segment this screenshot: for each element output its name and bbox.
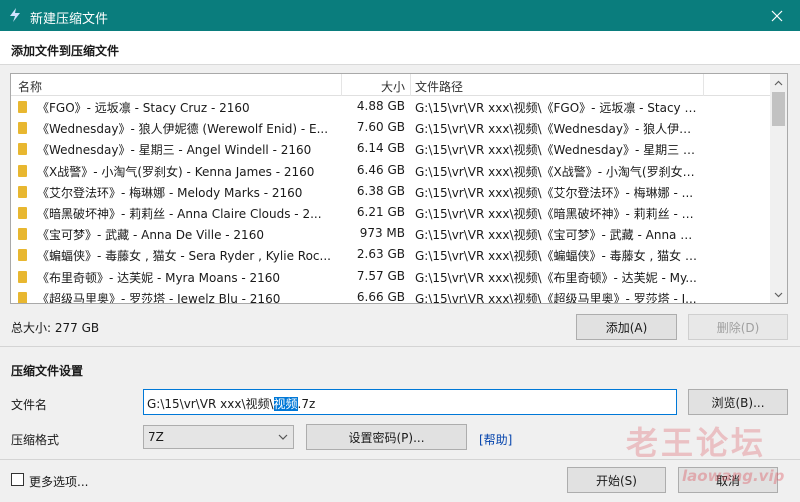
add-files-header: 添加文件到压缩文件 xyxy=(0,31,800,65)
item-path: G:\15\vr\VR xxx\视频\《Wednesday》- 狼人伊妮... xyxy=(415,122,699,137)
item-path: G:\15\vr\VR xxx\视频\《艾尔登法环》- 梅琳娜 - ... xyxy=(415,185,694,200)
list-header: 名称 大小 文件路径 xyxy=(11,74,771,96)
item-name: 《Wednesday》- 星期三 - Angel Windell - 2160 xyxy=(37,143,312,158)
chevron-up-icon xyxy=(774,80,783,85)
delete-button[interactable]: 删除(D) xyxy=(688,314,788,340)
item-size: 6.21 GB xyxy=(356,204,405,219)
add-button[interactable]: 添加(A) xyxy=(576,314,677,340)
folder-icon xyxy=(18,228,27,241)
column-separator xyxy=(703,74,704,96)
watermark-text: 老王论坛 xyxy=(626,424,767,462)
more-options-label[interactable]: 更多选项... xyxy=(29,473,88,490)
item-size: 4.88 GB xyxy=(356,99,405,113)
item-name: 《布里奇顿》- 达芙妮 - Myra Moans - 2160 xyxy=(37,270,281,285)
item-path: G:\15\vr\VR xxx\视频\《暗黑破坏神》- 莉莉丝 - A... xyxy=(415,206,699,221)
item-path: G:\15\vr\VR xxx\视频\《Wednesday》- 星期三 - ..… xyxy=(415,143,699,158)
list-item[interactable]: 《艾尔登法环》- 梅琳娜 - Melody Marks - 2160 6.38 G… xyxy=(11,181,771,202)
folder-icon xyxy=(18,122,27,135)
list-item[interactable]: 《布里奇顿》- 达芙妮 - Myra Moans - 2160 7.57 GB G:… xyxy=(11,266,771,287)
set-password-button[interactable]: 设置密码(P)... xyxy=(306,424,467,450)
list-item[interactable]: 《Wednesday》- 狼人伊妮德 (Werewolf Enid) - E..… xyxy=(11,117,771,138)
close-button[interactable] xyxy=(754,0,800,31)
folder-icon xyxy=(18,270,27,283)
list-item[interactable]: 《宝可梦》- 武藏 - Anna De Ville - 2160 973 MB G:… xyxy=(11,223,771,244)
column-separator xyxy=(341,74,342,96)
scroll-up-button[interactable] xyxy=(770,74,787,91)
item-path: G:\15\vr\VR xxx\视频\《FGO》- 远坂凛 - Stacy C.… xyxy=(415,101,699,115)
item-size: 7.60 GB xyxy=(356,120,405,135)
item-path: G:\15\vr\VR xxx\视频\《超级马里奥》- 罗莎塔 - J... xyxy=(415,291,697,304)
chevron-down-icon xyxy=(774,292,783,297)
settings-header: 压缩文件设置 xyxy=(11,364,84,378)
item-path: G:\15\vr\VR xxx\视频\《蝙蝠侠》- 毒藤女 , 猫女 -... xyxy=(415,249,699,264)
list-item[interactable]: 《FGO》- 远坂凛 - Stacy Cruz - 2160 4.88 GB G:\… xyxy=(11,96,771,117)
item-path: G:\15\vr\VR xxx\视频\《宝可梦》- 武藏 - Anna D... xyxy=(415,228,699,243)
format-label: 压缩格式 xyxy=(11,433,60,447)
item-size: 6.38 GB xyxy=(356,183,405,198)
chevron-down-icon xyxy=(278,434,288,440)
filename-prefix: G:\15\vr\VR xxx\视频\ xyxy=(147,397,274,411)
folder-icon xyxy=(18,101,27,113)
item-name: 《宝可梦》- 武藏 - Anna De Ville - 2160 xyxy=(37,228,264,243)
add-files-title: 添加文件到压缩文件 xyxy=(11,44,120,58)
list-item[interactable]: 《Wednesday》- 星期三 - Angel Windell - 2160 6… xyxy=(11,138,771,159)
item-path: G:\15\vr\VR xxx\视频\《布里奇顿》- 达芙妮 - My... xyxy=(415,270,697,285)
item-name: 《X战警》- 小淘气(罗刹女) - Kenna James - 2160 xyxy=(37,164,315,179)
item-size: 6.14 GB xyxy=(356,141,405,156)
total-size: 总大小: 277 GB xyxy=(11,321,100,335)
more-options-checkbox[interactable] xyxy=(11,473,24,486)
column-size[interactable]: 大小 xyxy=(381,78,405,95)
scrollbar-thumb[interactable] xyxy=(772,92,785,126)
item-name: 《艾尔登法环》- 梅琳娜 - Melody Marks - 2160 xyxy=(37,185,303,200)
item-name: 《超级马里奥》- 罗莎塔 - Jewelz Blu - 2160 xyxy=(37,291,281,304)
item-name: 《Wednesday》- 狼人伊妮德 (Werewolf Enid) - E..… xyxy=(37,122,329,137)
filename-input[interactable]: G:\15\vr\VR xxx\视频\视频.7z xyxy=(143,389,677,415)
vertical-scrollbar[interactable] xyxy=(770,74,787,303)
list-item[interactable]: 《暗黑破坏神》- 莉莉丝 - Anna Claire Clouds - 2...… xyxy=(11,202,771,223)
filename-suffix: .7z xyxy=(297,397,316,411)
folder-icon xyxy=(18,164,27,177)
close-icon xyxy=(771,10,783,21)
browse-button[interactable]: 浏览(B)... xyxy=(688,389,788,415)
item-size: 7.57 GB xyxy=(356,268,405,283)
help-link[interactable]: [帮助] xyxy=(479,431,512,448)
filename-selection: 视频 xyxy=(273,397,298,411)
item-size: 6.66 GB xyxy=(356,289,405,304)
window-title: 新建压缩文件 xyxy=(30,12,109,27)
divider xyxy=(0,346,800,347)
list-item[interactable]: 《X战警》- 小淘气(罗刹女) - Kenna James - 2160 6.46… xyxy=(11,160,771,181)
item-name: 《蝙蝠侠》- 毒藤女 , 猫女 - Sera Ryder , Kylie Roc… xyxy=(37,249,331,264)
item-size: 973 MB xyxy=(359,226,405,241)
format-select[interactable]: 7Z xyxy=(143,425,294,449)
app-icon xyxy=(10,8,20,22)
column-path[interactable]: 文件路径 xyxy=(415,78,463,95)
filename-label: 文件名 xyxy=(11,398,48,412)
folder-icon xyxy=(18,249,27,262)
watermark-url: laowang.vip xyxy=(682,467,785,485)
item-name: 《FGO》- 远坂凛 - Stacy Cruz - 2160 xyxy=(37,101,250,115)
folder-icon xyxy=(18,185,27,198)
title-bar: 新建压缩文件 xyxy=(0,0,800,31)
item-size: 2.63 GB xyxy=(356,247,405,262)
folder-icon xyxy=(18,143,27,156)
folder-icon xyxy=(18,291,27,303)
column-separator xyxy=(410,74,411,96)
start-button[interactable]: 开始(S) xyxy=(567,467,666,493)
column-name[interactable]: 名称 xyxy=(18,78,42,95)
format-value: 7Z xyxy=(148,430,164,444)
list-item[interactable]: 《超级马里奥》- 罗莎塔 - Jewelz Blu - 2160 6.66 GB G… xyxy=(11,287,771,304)
folder-icon xyxy=(18,206,27,219)
item-path: G:\15\vr\VR xxx\视频\《X战警》- 小淘气(罗刹女) -... xyxy=(415,164,699,179)
item-size: 6.46 GB xyxy=(356,162,405,177)
file-list[interactable]: 名称 大小 文件路径 《FGO》- 远坂凛 - Stacy Cruz - 216… xyxy=(10,73,788,304)
list-rows: 《FGO》- 远坂凛 - Stacy Cruz - 2160 4.88 GB G:\… xyxy=(11,96,771,304)
list-item[interactable]: 《蝙蝠侠》- 毒藤女 , 猫女 - Sera Ryder , Kylie Roc… xyxy=(11,244,771,265)
item-name: 《暗黑破坏神》- 莉莉丝 - Anna Claire Clouds - 2... xyxy=(37,206,322,221)
scroll-down-button[interactable] xyxy=(770,286,787,303)
